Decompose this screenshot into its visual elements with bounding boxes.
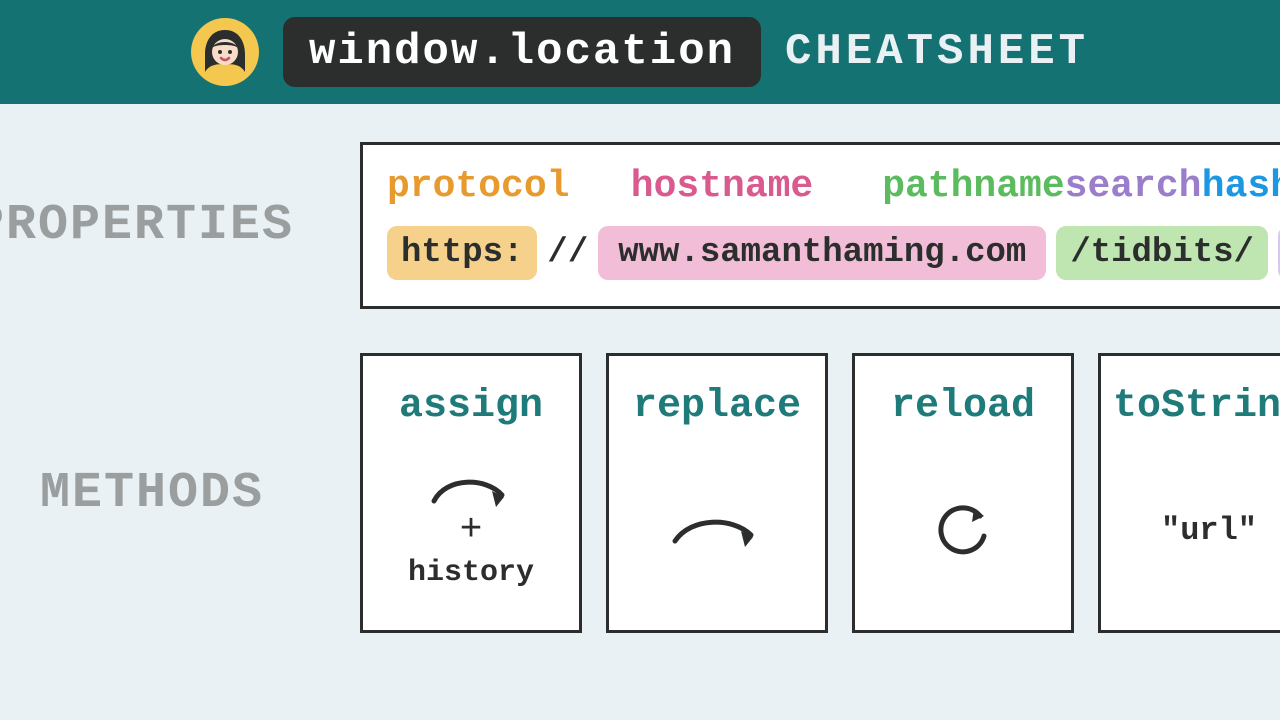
method-assign-history: history (408, 556, 534, 590)
methods-label: METHODS (0, 465, 330, 522)
method-tostring-value: "url" (1161, 512, 1257, 549)
main: PROPERTIES protocol hostname pathname se… (0, 104, 1280, 633)
method-assign-illustration: + history (408, 449, 534, 612)
method-tostring-name: toString (1113, 384, 1280, 429)
avatar-face-icon (191, 18, 259, 86)
plus-icon: + (460, 509, 483, 552)
forward-arrow-icon (667, 509, 767, 553)
value-separator: // (547, 234, 588, 272)
method-reload-name: reload (891, 384, 1035, 429)
value-pathname: /tidbits/ (1056, 226, 1268, 280)
methods-row: METHODS assign + history replace (0, 353, 1280, 633)
title-group: window.location CHEATSHEET (283, 17, 1089, 87)
label-search: search (1065, 165, 1202, 208)
forward-arrow-icon (426, 471, 516, 511)
method-assign-name: assign (399, 384, 543, 429)
methods-list: assign + history replace (360, 353, 1280, 633)
method-tostring-illustration: "url" (1161, 449, 1257, 612)
properties-label: PROPERTIES (0, 197, 330, 254)
method-tostring: toString "url" (1098, 353, 1280, 633)
title-code: window.location (283, 17, 761, 87)
label-hash: hash (1202, 165, 1280, 208)
method-replace-illustration (667, 449, 767, 612)
reload-icon (928, 496, 998, 566)
method-assign: assign + history (360, 353, 582, 633)
property-values: https: // www.samanthaming.com /tidbits/… (387, 226, 1280, 280)
value-protocol: https: (387, 226, 537, 280)
header: window.location CHEATSHEET (0, 0, 1280, 104)
label-protocol: protocol (387, 165, 631, 208)
property-labels: protocol hostname pathname search hash (387, 165, 1280, 208)
label-pathname: pathname (882, 165, 1064, 208)
method-reload: reload (852, 353, 1074, 633)
title-suffix: CHEATSHEET (785, 27, 1089, 77)
properties-box: protocol hostname pathname search hash h… (360, 142, 1280, 309)
value-hostname: www.samanthaming.com (598, 226, 1046, 280)
avatar (191, 18, 259, 86)
properties-row: PROPERTIES protocol hostname pathname se… (0, 142, 1280, 309)
label-hostname: hostname (631, 165, 882, 208)
method-reload-illustration (928, 449, 998, 612)
method-replace-name: replace (633, 384, 801, 429)
method-replace: replace (606, 353, 828, 633)
